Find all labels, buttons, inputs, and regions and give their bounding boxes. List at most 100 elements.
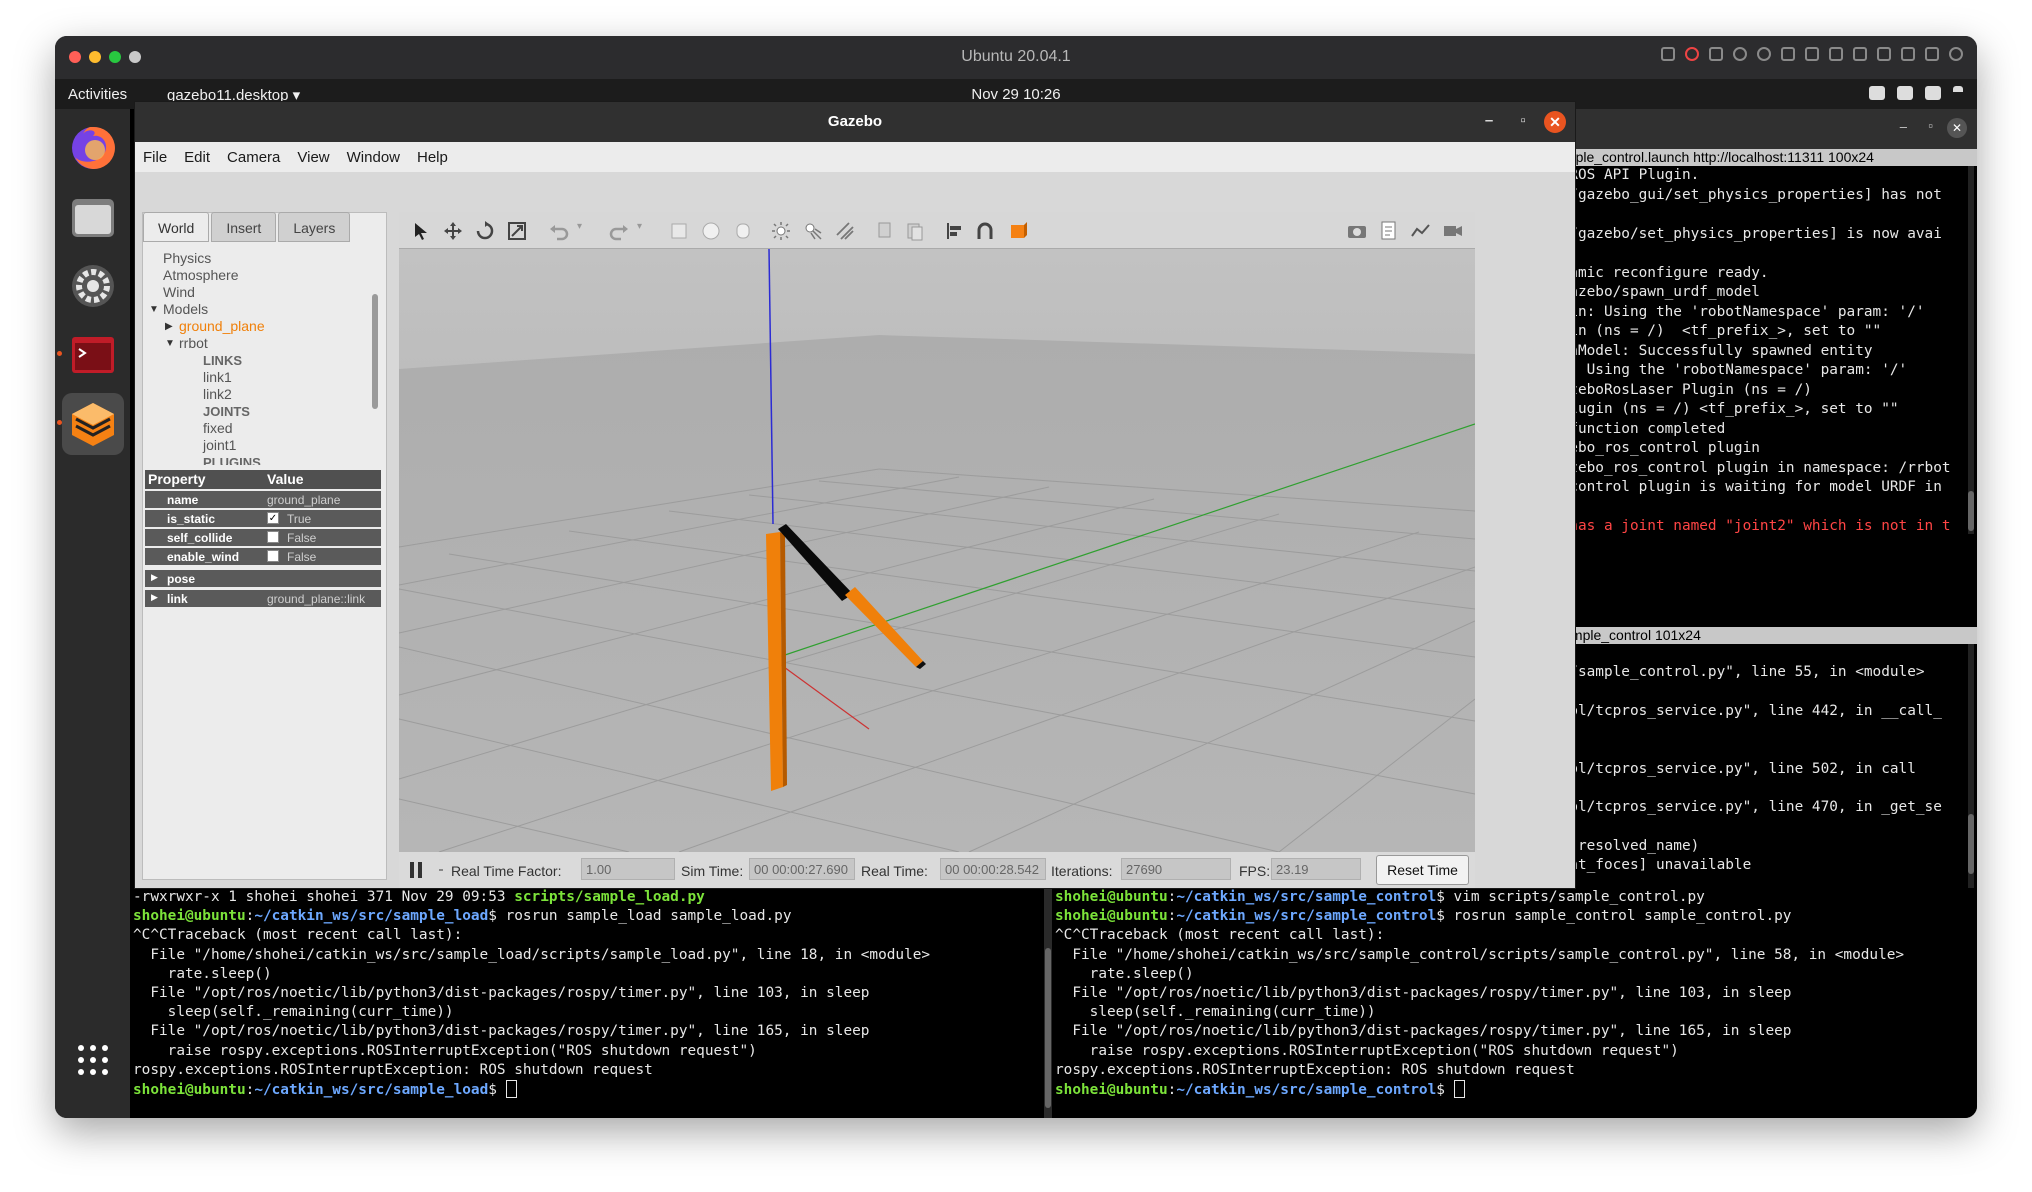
property-row[interactable]: is_static ✓ True [145,510,381,527]
gear-icon[interactable] [1949,47,1963,61]
bottom-right-terminal[interactable]: shohei@ubuntu:~/catkin_ws/src/sample_con… [1052,888,1977,1118]
volume-icon[interactable] [1897,86,1913,100]
tree-item[interactable]: Wind [163,284,195,301]
pause-icon[interactable] [408,861,424,879]
plot-icon[interactable] [1411,221,1431,241]
pane-divider[interactable] [1044,888,1052,1118]
cylinder-shape-icon[interactable] [733,221,753,241]
point-light-icon[interactable] [771,221,791,241]
chevron-down-icon[interactable]: ▼ [165,335,175,352]
sphere-shape-icon[interactable] [701,221,721,241]
chevron-right-icon[interactable]: ▶ [151,592,158,603]
menu-camera[interactable]: Camera [227,149,280,166]
chevron-down-icon[interactable]: ▼ [149,301,159,318]
tab-world[interactable]: World [143,212,210,242]
share-folder-icon[interactable] [1901,47,1915,61]
printer-icon[interactable] [1853,47,1867,61]
maximize-icon[interactable]: ▫ [1513,112,1533,129]
reset-time-button[interactable]: Reset Time [1376,855,1469,885]
menu-window[interactable]: Window [347,149,400,166]
system-tray[interactable] [1869,86,1963,100]
copy-icon[interactable] [875,221,895,241]
property-checkbox[interactable] [267,550,279,562]
cd-icon[interactable] [1781,47,1795,61]
property-row[interactable]: name ground_plane [145,491,381,508]
microphone-icon[interactable] [1829,47,1843,61]
minimize-icon[interactable]: – [1479,112,1499,129]
menu-view[interactable]: View [297,149,329,166]
property-row[interactable]: enable_wind False [145,548,381,565]
property-row[interactable]: ▶ link ground_plane::link [145,590,381,607]
tree-item[interactable]: ▶ ground_plane [165,318,265,335]
minimize-icon[interactable]: – [1900,119,1907,134]
ground-plane[interactable] [399,335,1475,852]
gazebo-icon[interactable] [62,393,124,455]
property-row[interactable]: ▶ pose [145,570,381,587]
tree-item[interactable]: ▼ Models [149,301,208,318]
tree-scrollbar[interactable] [372,294,378,409]
usb-icon[interactable] [1709,47,1723,61]
scrollbar[interactable] [1968,166,1974,534]
settings-icon[interactable] [62,255,124,317]
tree-item[interactable]: link2 [203,386,232,403]
box-shape-icon[interactable] [669,221,689,241]
network-icon[interactable] [1869,86,1885,100]
paste-icon[interactable] [905,221,925,241]
undo-history-icon[interactable]: ▾ [577,221,597,241]
property-checkbox[interactable]: ✓ [267,512,279,524]
camera-icon[interactable] [1733,47,1747,61]
step-icon[interactable] [439,869,443,871]
tree-item[interactable]: LINKS [203,352,242,369]
tree-item[interactable]: Atmosphere [163,267,238,284]
power-menu-icon[interactable] [1953,86,1963,100]
undo-icon[interactable] [549,221,569,241]
terminal-icon[interactable] [62,324,124,386]
chevron-right-icon[interactable]: ▶ [151,572,158,583]
firefox-icon[interactable] [62,117,124,179]
view-angle-icon[interactable] [1009,221,1029,241]
3d-scene-viewport[interactable] [399,249,1475,852]
keyboard-icon[interactable] [1661,47,1675,61]
log-icon[interactable] [1379,221,1399,241]
battery-icon[interactable] [1925,86,1941,100]
webcam-icon[interactable] [1757,47,1771,61]
files-icon[interactable] [62,186,124,248]
rotate-mode-icon[interactable] [475,221,495,241]
tree-item[interactable]: ▼ rrbot [165,335,208,352]
menu-edit[interactable]: Edit [184,149,210,166]
world-tree[interactable]: Physics Atmosphere Wind ▼ Models ▶ ground_plan… [143,250,383,465]
show-apps-icon[interactable] [62,1029,124,1091]
tree-item[interactable]: link1 [203,369,232,386]
maximize-icon[interactable]: ▫ [1928,118,1933,133]
screenshot-icon[interactable] [1347,221,1367,241]
audio-icon[interactable] [1805,47,1819,61]
bottom-left-terminal[interactable]: -rwxrwxr-x 1 shohei shohei 371 Nov 29 09… [130,888,1044,1118]
translate-mode-icon[interactable] [443,221,463,241]
video-record-icon[interactable] [1443,221,1463,241]
scrollbar[interactable] [1968,644,1974,904]
tree-item[interactable]: Physics [163,250,211,267]
align-icon[interactable] [945,221,965,241]
tree-item[interactable]: joint1 [203,437,236,454]
back-arrow-icon[interactable] [1925,47,1939,61]
close-icon[interactable]: ✕ [1544,111,1566,133]
tab-layers[interactable]: Layers [278,212,351,242]
select-mode-icon[interactable] [411,221,431,241]
property-row[interactable]: self_collide False [145,529,381,546]
tree-item[interactable]: fixed [203,420,233,437]
tree-item[interactable]: JOINTS [203,403,250,420]
record-icon[interactable] [1685,47,1699,61]
close-icon[interactable]: ✕ [1947,118,1967,138]
redo-icon[interactable] [609,221,629,241]
property-checkbox[interactable] [267,531,279,543]
directional-light-icon[interactable] [835,221,855,241]
menu-help[interactable]: Help [417,149,448,166]
redo-history-icon[interactable]: ▾ [637,221,657,241]
scale-mode-icon[interactable] [507,221,527,241]
tree-item[interactable]: PLUGINS [203,454,261,465]
spot-light-icon[interactable] [803,221,823,241]
snap-icon[interactable] [975,221,995,241]
chevron-right-icon[interactable]: ▶ [165,318,173,335]
display-icon[interactable] [1877,47,1891,61]
menu-file[interactable]: File [143,149,167,166]
